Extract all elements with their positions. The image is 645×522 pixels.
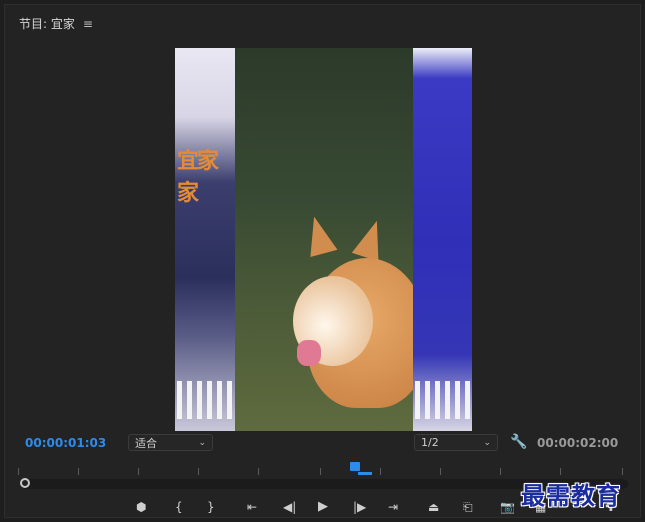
ruler-tick (258, 468, 259, 475)
current-timecode[interactable]: 00:00:01:03 (25, 436, 106, 450)
ruler-tick (138, 468, 139, 475)
ruler-tick (380, 468, 381, 475)
right-clip-strip (413, 48, 472, 431)
panel-header: 节目: 宜家 ≡ (19, 15, 93, 32)
playback-resolution-dropdown[interactable]: 1/2 ⌄ (414, 434, 498, 451)
dog-ear-left (300, 213, 338, 257)
play-icon[interactable]: ▶ (318, 498, 328, 516)
ruler-tick (198, 468, 199, 475)
store-sign-text: 宜家家 (177, 149, 219, 206)
lift-icon[interactable]: ⏏ (428, 498, 439, 516)
fence-right (415, 381, 471, 419)
watermark-text: 最需教育 (521, 482, 621, 510)
ruler-tick (500, 468, 501, 475)
mark-in-icon[interactable]: { (175, 498, 183, 516)
dog-ear-right (351, 216, 391, 262)
left-clip-strip: 宜家家 (175, 48, 235, 431)
playhead-tail (358, 472, 372, 475)
middle-clip-strip (235, 48, 427, 431)
mark-out-icon[interactable]: } (207, 498, 215, 516)
wrench-settings-icon[interactable]: 🔧 (510, 434, 527, 450)
go-to-in-icon[interactable]: ⇤ (247, 498, 257, 516)
extract-icon[interactable]: ⎗ (463, 498, 473, 516)
camera-icon[interactable]: 📷 (500, 498, 515, 516)
step-back-icon[interactable]: ◀| (283, 498, 296, 516)
ruler-tick (622, 468, 623, 475)
playback-resolution-value: 1/2 (421, 436, 439, 449)
ruler-tick (440, 468, 441, 475)
zoom-fit-dropdown[interactable]: 适合 ⌄ (128, 434, 213, 451)
duration-timecode: 00:00:02:00 (537, 436, 619, 450)
go-to-out-icon[interactable]: ⇥ (388, 498, 398, 516)
ruler-tick (18, 468, 19, 475)
zoom-scroll-handle[interactable] (20, 478, 30, 488)
step-forward-icon[interactable]: |▶ (353, 498, 366, 516)
ruler-tick (560, 468, 561, 475)
panel-title[interactable]: 节目: 宜家 (19, 15, 75, 32)
playhead-marker[interactable] (350, 462, 360, 471)
zoom-fit-value: 适合 (135, 436, 157, 450)
dog-tongue (297, 340, 321, 366)
fence-left (177, 381, 233, 419)
chevron-down-icon: ⌄ (483, 438, 491, 448)
add-marker-icon[interactable]: ⬢ (136, 498, 146, 516)
chevron-down-icon: ⌄ (198, 438, 206, 448)
ruler-tick (78, 468, 79, 475)
ruler-tick (320, 468, 321, 475)
hamburger-menu-icon[interactable]: ≡ (83, 17, 93, 31)
program-viewer[interactable]: 宜家家 (175, 48, 472, 431)
